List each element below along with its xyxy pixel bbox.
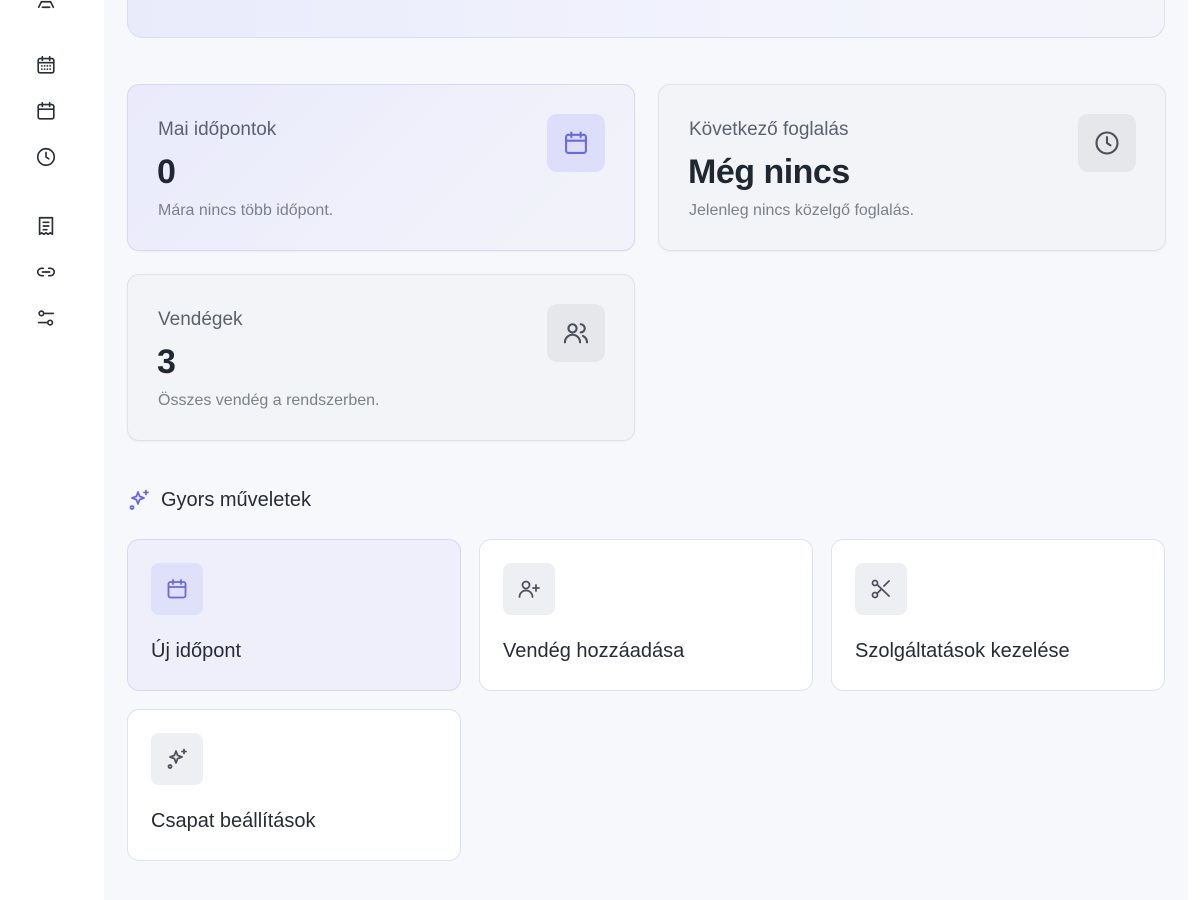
stat-card-today-appointments: Mai időpontok 0 Mára nincs több időpont. [127,84,635,251]
calendar-icon [151,563,203,615]
person-icon[interactable] [33,0,59,12]
action-label: Új időpont [151,640,242,662]
action-label: Vendég hozzáadása [503,640,685,662]
stat-card-next-booking: Következő foglalás Még nincs Jelenleg ni… [658,84,1166,251]
top-banner [127,0,1165,38]
clock-icon[interactable] [33,144,59,170]
new-appointment-button[interactable]: Új időpont [127,539,461,691]
link-icon[interactable] [33,259,59,285]
quick-actions-heading: Gyors műveletek [127,488,311,512]
scissors-icon [855,563,907,615]
add-guest-button[interactable]: Vendég hozzáadása [479,539,813,691]
settings-sliders-icon[interactable] [33,305,59,331]
stat-value: Még nincs [688,153,850,191]
calendar-icon[interactable] [33,98,59,124]
section-title-text: Gyors műveletek [161,488,312,511]
users-icon [547,304,605,362]
stat-label: Következő foglalás [689,119,849,140]
sparkles-icon [129,489,149,510]
stat-description: Összes vendég a rendszerben. [158,392,380,409]
clock-icon [1078,114,1136,172]
user-plus-icon [503,563,555,615]
stat-description: Mára nincs több időpont. [158,202,334,219]
stat-label: Mai időpontok [158,119,277,140]
stat-value: 0 [157,153,176,191]
calendar-grid-icon[interactable] [33,52,59,78]
stat-card-guests: Vendégek 3 Összes vendég a rendszerben. [127,274,635,441]
action-label: Szolgáltatások kezelése [855,640,1070,662]
receipt-icon[interactable] [33,213,59,239]
team-settings-button[interactable]: Csapat beállítások [127,709,461,861]
stat-value: 3 [157,343,176,381]
action-label: Csapat beállítások [151,810,316,832]
stat-label: Vendégek [158,309,243,330]
main-content: Mai időpontok 0 Mára nincs több időpont.… [104,0,1188,900]
manage-services-button[interactable]: Szolgáltatások kezelése [831,539,1165,691]
stat-description: Jelenleg nincs közelgő foglalás. [689,202,915,219]
calendar-icon [547,114,605,172]
sparkles-icon [151,733,203,785]
sidebar [0,0,92,900]
